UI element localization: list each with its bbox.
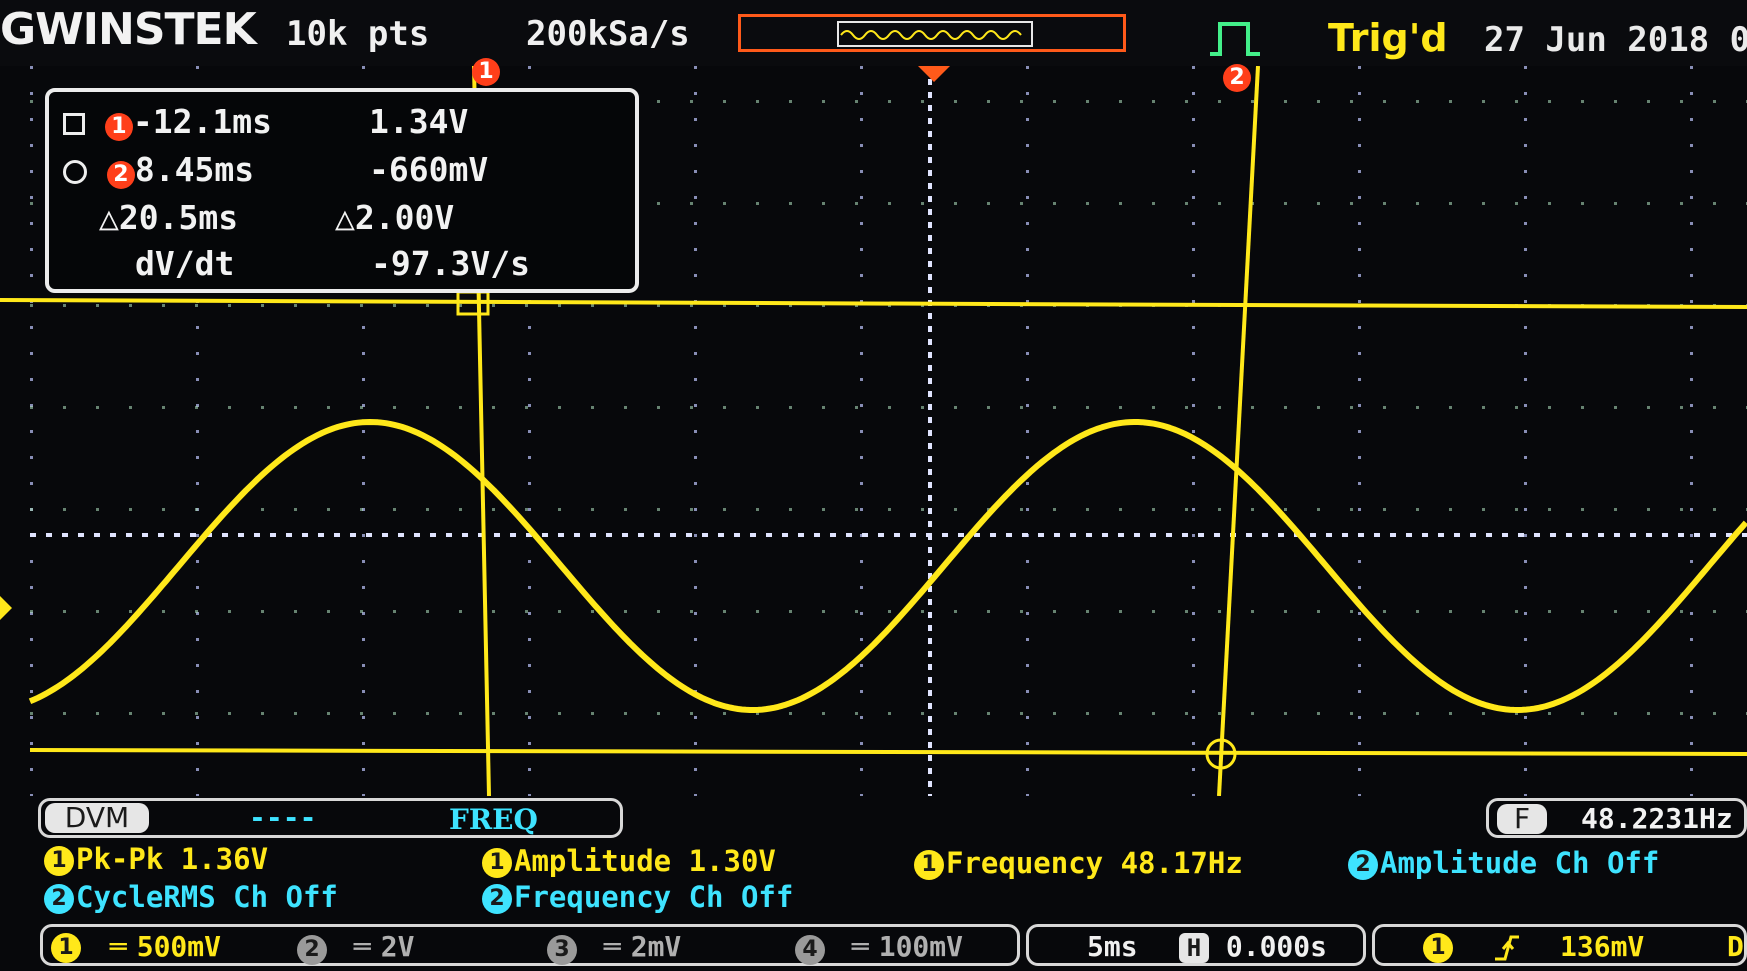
channel-4-scale: 4 ═ 100mV — [795, 930, 963, 965]
channel-1-badge: 1 — [914, 850, 944, 880]
cursor-1-voltage: 1.34V — [369, 102, 469, 141]
cursor-1-position-badge[interactable]: 1 — [472, 58, 500, 86]
slope-value: -97.3V/s — [371, 244, 530, 283]
trigger-status: Trig'd — [1328, 16, 1448, 60]
trigger-coupling: D — [1727, 930, 1744, 963]
channel-2-badge: 2 — [297, 935, 327, 965]
oscilloscope-screen: GWINSTEK 10k pts 200kSa/s Trig'd 27 Jun … — [0, 0, 1747, 971]
channel-2-badge: 2 — [1348, 850, 1378, 880]
delta-icon: △ — [99, 198, 119, 237]
channel-2-badge: 2 — [44, 884, 74, 914]
horizontal-position-value[interactable]: 0.000s — [1226, 930, 1327, 963]
measurement-frequency-ch2: 2 Frequency Ch Off — [482, 880, 793, 914]
dvm-mode: FREQ — [449, 803, 538, 836]
cursor-2-badge: 2 — [106, 161, 135, 189]
horizontal-position: H 0.000s — [1179, 930, 1327, 963]
dc-coupling-icon: ═ — [851, 930, 869, 963]
measurement-amplitude-ch1: 1 Amplitude 1.30V — [482, 844, 776, 878]
horizontal-position-icon: H — [1179, 933, 1209, 963]
trigger-source-badge: 1 — [1423, 933, 1453, 963]
cursor-1-time: -12.1ms — [132, 102, 272, 141]
channel-3-scale-value[interactable]: 2mV — [631, 930, 682, 963]
trigger-position-marker — [918, 66, 950, 82]
measurement-pkpk: 1 Pk-Pk 1.36V — [44, 842, 268, 876]
memory-position-bar[interactable] — [738, 14, 1126, 52]
frequency-counter-label: F — [1497, 804, 1547, 834]
dvm-panel[interactable]: DVM ---- FREQ — [38, 798, 623, 838]
channel-1-badge: 1 — [482, 848, 512, 878]
brand-logo: GWINSTEK — [0, 4, 257, 55]
channel-4-badge: 4 — [795, 935, 825, 965]
trigger-panel[interactable]: 1 136mV D — [1372, 924, 1747, 966]
measurement-amplitude-ch2-text: Amplitude Ch Off — [1380, 846, 1660, 880]
memory-window[interactable] — [837, 21, 1033, 47]
channel-2-scale-value[interactable]: 2V — [381, 930, 415, 963]
channel-1-ground-marker[interactable] — [0, 596, 12, 620]
dvm-reading: ---- — [249, 801, 317, 834]
delta-icon: △ — [335, 198, 355, 237]
measurement-frequency-ch1-text: Frequency 48.17Hz — [946, 846, 1243, 880]
measurement-cyclerms-ch2: 2 CycleRMS Ch Off — [44, 880, 338, 914]
timebase[interactable]: 5ms — [1087, 930, 1138, 963]
delta-time: 20.5ms — [118, 198, 239, 237]
measurement-amplitude-ch2: 2 Amplitude Ch Off — [1348, 846, 1659, 880]
date-display: 27 Jun 2018 0 — [1484, 20, 1747, 60]
cursor-2-position-badge[interactable]: 2 — [1223, 64, 1251, 92]
dc-coupling-icon: ═ — [109, 930, 127, 963]
channel-1-scale-value[interactable]: 500mV — [137, 930, 221, 963]
cursor-2-select-icon[interactable] — [63, 159, 87, 184]
channel-scale-bar[interactable]: 1 ═ 500mV 2 ═ 2V 3 ═ 2mV 4 ═ 100mV — [40, 924, 1020, 966]
channel-3-scale: 3 ═ 2mV — [547, 930, 681, 965]
memory-preview-waveform — [840, 30, 1022, 40]
dc-coupling-icon: ═ — [353, 930, 371, 963]
time-cursor-2[interactable] — [1217, 66, 1260, 796]
cursor-2-voltage: -660mV — [369, 150, 489, 189]
trigger-level[interactable]: 136mV — [1560, 930, 1644, 963]
dc-coupling-icon: ═ — [603, 930, 621, 963]
channel-1-scale: 1 ═ 500mV — [51, 930, 221, 963]
horizontal-panel[interactable]: 5ms H 0.000s — [1026, 924, 1366, 966]
measurement-pkpk-text: Pk-Pk 1.36V — [76, 842, 269, 876]
voltage-cursor-2[interactable] — [29, 748, 1747, 756]
sample-rate: 200kSa/s — [526, 14, 690, 54]
status-bar: GWINSTEK 10k pts 200kSa/s Trig'd 27 Jun … — [0, 0, 1747, 66]
channel-2-badge: 2 — [482, 884, 512, 914]
measurement-frequency-ch2-text: Frequency Ch Off — [514, 880, 794, 914]
measurement-frequency-ch1: 1 Frequency 48.17Hz — [914, 846, 1243, 880]
slope-label: dV/dt — [135, 244, 235, 283]
dvm-label: DVM — [45, 803, 149, 833]
rising-slope-icon — [1495, 935, 1519, 961]
frequency-counter-value: 48.2231Hz — [1581, 802, 1733, 835]
record-length[interactable]: 10k pts — [286, 14, 429, 54]
channel-1-badge: 1 — [44, 846, 74, 876]
channel-3-badge: 3 — [547, 935, 577, 965]
measurement-cyclerms-ch2-text: CycleRMS Ch Off — [76, 880, 338, 914]
channel-1-badge: 1 — [51, 933, 81, 963]
channel-2-scale: 2 ═ 2V — [297, 930, 414, 965]
cursor-1-select-icon[interactable] — [63, 112, 85, 135]
cursor-1-badge: 1 — [104, 113, 133, 141]
channel-1-trace — [28, 419, 1747, 713]
channel-4-scale-value[interactable]: 100mV — [879, 930, 963, 963]
delta-voltage: 2.00V — [354, 198, 455, 237]
cursor-2-time: 8.45ms — [134, 150, 255, 189]
cursor-readout-panel: 1 -12.1ms 1.34V 2 8.45ms -660mV △20.5ms △2… — [45, 88, 639, 293]
frequency-counter[interactable]: F 48.2231Hz — [1486, 798, 1747, 838]
trigger-source: 1 — [1423, 930, 1455, 963]
rising-edge-trigger-icon — [1210, 22, 1260, 56]
measurement-amplitude-ch1-text: Amplitude 1.30V — [514, 844, 776, 878]
